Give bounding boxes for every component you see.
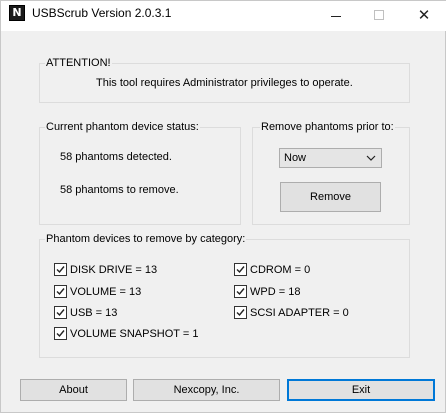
phantoms-detected-text: 58 phantoms detected. [60,151,172,163]
close-icon: ✕ [417,5,431,24]
minimize-button[interactable] [313,1,359,29]
exit-button[interactable]: Exit [287,379,435,401]
attention-group: ATTENTION! This tool requires Administra… [39,57,410,103]
checkbox-checked-icon[interactable] [234,306,247,319]
close-button[interactable]: ✕ [401,1,446,29]
minimize-icon [331,15,341,17]
category-usb[interactable]: USB = 13 [54,306,117,319]
category-scsi-adapter[interactable]: SCSI ADAPTER = 0 [234,306,349,319]
category-label: USB = 13 [70,306,118,319]
window-title: USBScrub Version 2.0.3.1 [32,6,172,20]
category-label: SCSI ADAPTER = 0 [250,306,349,319]
checkbox-checked-icon[interactable] [234,263,247,276]
company-button[interactable]: Nexcopy, Inc. [133,379,280,401]
category-label: VOLUME SNAPSHOT = 1 [70,327,199,340]
categories-group: Phantom devices to remove by category: [39,233,410,358]
phantoms-to-remove-text: 58 phantoms to remove. [60,184,179,196]
category-cdrom[interactable]: CDROM = 0 [234,263,310,276]
title-bar[interactable]: N USBScrub Version 2.0.3.1 ✕ [1,1,446,31]
checkbox-checked-icon[interactable] [54,327,67,340]
checkbox-checked-icon[interactable] [54,285,67,298]
about-button[interactable]: About [20,379,127,401]
category-label: CDROM = 0 [250,263,311,276]
chevron-down-icon [366,151,376,168]
checkbox-checked-icon[interactable] [234,285,247,298]
app-logo-icon: N [9,5,25,21]
categories-label: Phantom devices to remove by category: [45,233,247,245]
app-window: N USBScrub Version 2.0.3.1 ✕ ATTENTION! … [0,0,446,413]
category-volume[interactable]: VOLUME = 13 [54,285,141,298]
checkbox-checked-icon[interactable] [54,306,67,319]
remove-prior-select[interactable]: Now [279,148,382,168]
maximize-icon [374,10,384,20]
checkbox-checked-icon[interactable] [54,263,67,276]
remove-prior-value: Now [284,152,307,164]
remove-prior-label: Remove phantoms prior to: [260,121,395,133]
status-label: Current phantom device status: [45,121,200,133]
attention-message: This tool requires Administrator privile… [96,77,353,89]
category-label: VOLUME = 13 [70,285,142,298]
remove-button[interactable]: Remove [280,182,381,212]
category-label: WPD = 18 [250,285,301,298]
category-wpd[interactable]: WPD = 18 [234,285,300,298]
category-disk-drive[interactable]: DISK DRIVE = 13 [54,263,157,276]
maximize-button[interactable] [356,1,402,29]
status-group: Current phantom device status: 58 phanto… [39,121,241,225]
category-label: DISK DRIVE = 13 [70,263,158,276]
category-volume-snapshot[interactable]: VOLUME SNAPSHOT = 1 [54,327,198,340]
attention-label: ATTENTION! [45,57,112,69]
